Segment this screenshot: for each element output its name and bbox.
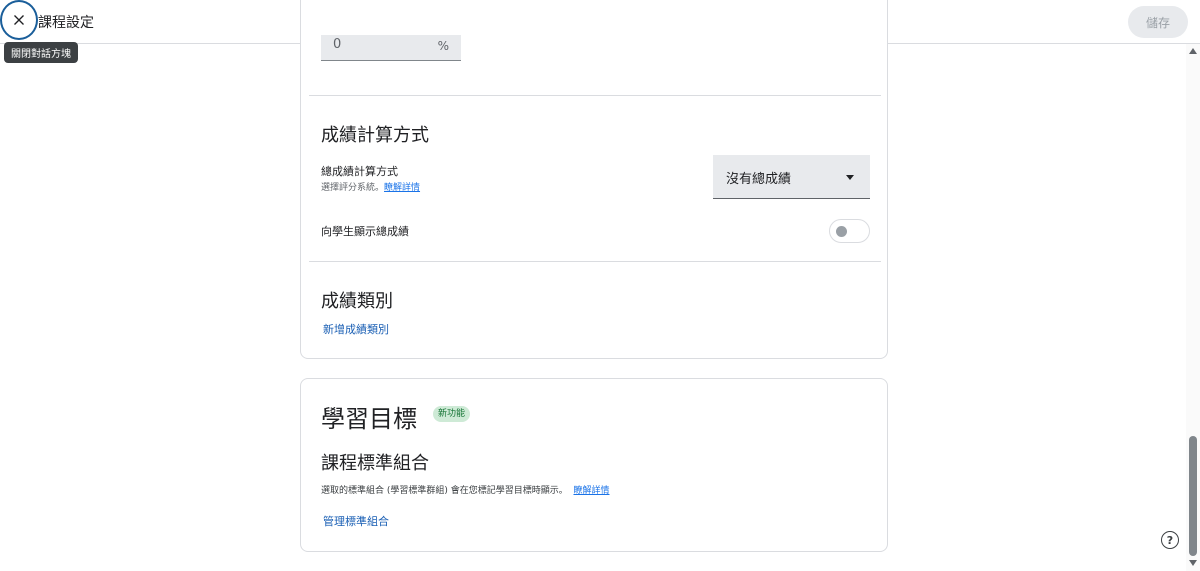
grading-card: 0 % 成績計算方式 總成績計算方式 選擇評分系統。瞭解詳情 沒有總成績 向學生… [300, 0, 888, 359]
divider [309, 95, 881, 96]
learning-objectives-title: 學習目標 [321, 405, 417, 433]
learning-objectives-card: 學習目標 新功能 課程標準組合 選取的標準組合 (學習標準群組) 會在您標記學習… [300, 378, 888, 552]
percent-input[interactable]: 0 % [321, 35, 461, 61]
close-icon [14, 15, 24, 25]
grade-calc-select[interactable]: 沒有總成績 [713, 155, 870, 199]
grade-calc-label: 總成績計算方式 [321, 165, 398, 178]
standards-description: 選取的標準組合 (學習標準群組) 會在您標記學習目標時顯示。 瞭解詳情 [321, 483, 610, 496]
standards-desc-text: 選取的標準組合 (學習標準群組) 會在您標記學習目標時顯示。 [321, 486, 568, 496]
close-tooltip: 關閉對話方塊 [4, 42, 78, 63]
dialog-title: 課程設定 [38, 15, 94, 31]
show-overall-grade-toggle[interactable] [829, 219, 870, 243]
divider [309, 261, 881, 262]
help-icon[interactable]: ? [1161, 531, 1179, 549]
grade-categories-title: 成績類別 [321, 291, 393, 312]
grade-calc-select-value: 沒有總成績 [726, 172, 792, 187]
standards-learn-more-link[interactable]: 瞭解詳情 [573, 486, 609, 496]
grade-calc-desc-text: 選擇評分系統。 [321, 183, 385, 193]
show-overall-grade-label: 向學生顯示總成績 [321, 225, 409, 238]
toggle-knob [836, 226, 847, 237]
grade-calc-description: 選擇評分系統。瞭解詳情 [321, 180, 420, 193]
scrollbar-thumb[interactable] [1189, 436, 1197, 556]
add-grade-category-button[interactable]: 新增成績類別 [323, 321, 389, 337]
manage-standards-button[interactable]: 管理標準組合 [323, 513, 389, 529]
save-button[interactable]: 儲存 [1128, 6, 1188, 38]
percent-suffix: % [437, 39, 449, 53]
grading-section-title: 成績計算方式 [321, 125, 429, 146]
percent-value: 0 [333, 37, 342, 52]
close-dialog-button[interactable] [0, 0, 38, 40]
scrollbar[interactable] [1186, 44, 1200, 571]
scroll-down-icon[interactable] [1189, 560, 1197, 566]
dropdown-arrow-icon [846, 175, 854, 180]
new-feature-badge: 新功能 [433, 406, 471, 422]
scroll-up-icon[interactable] [1189, 48, 1197, 54]
grade-calc-learn-more-link[interactable]: 瞭解詳情 [384, 183, 420, 193]
standards-sets-title: 課程標準組合 [321, 453, 429, 474]
